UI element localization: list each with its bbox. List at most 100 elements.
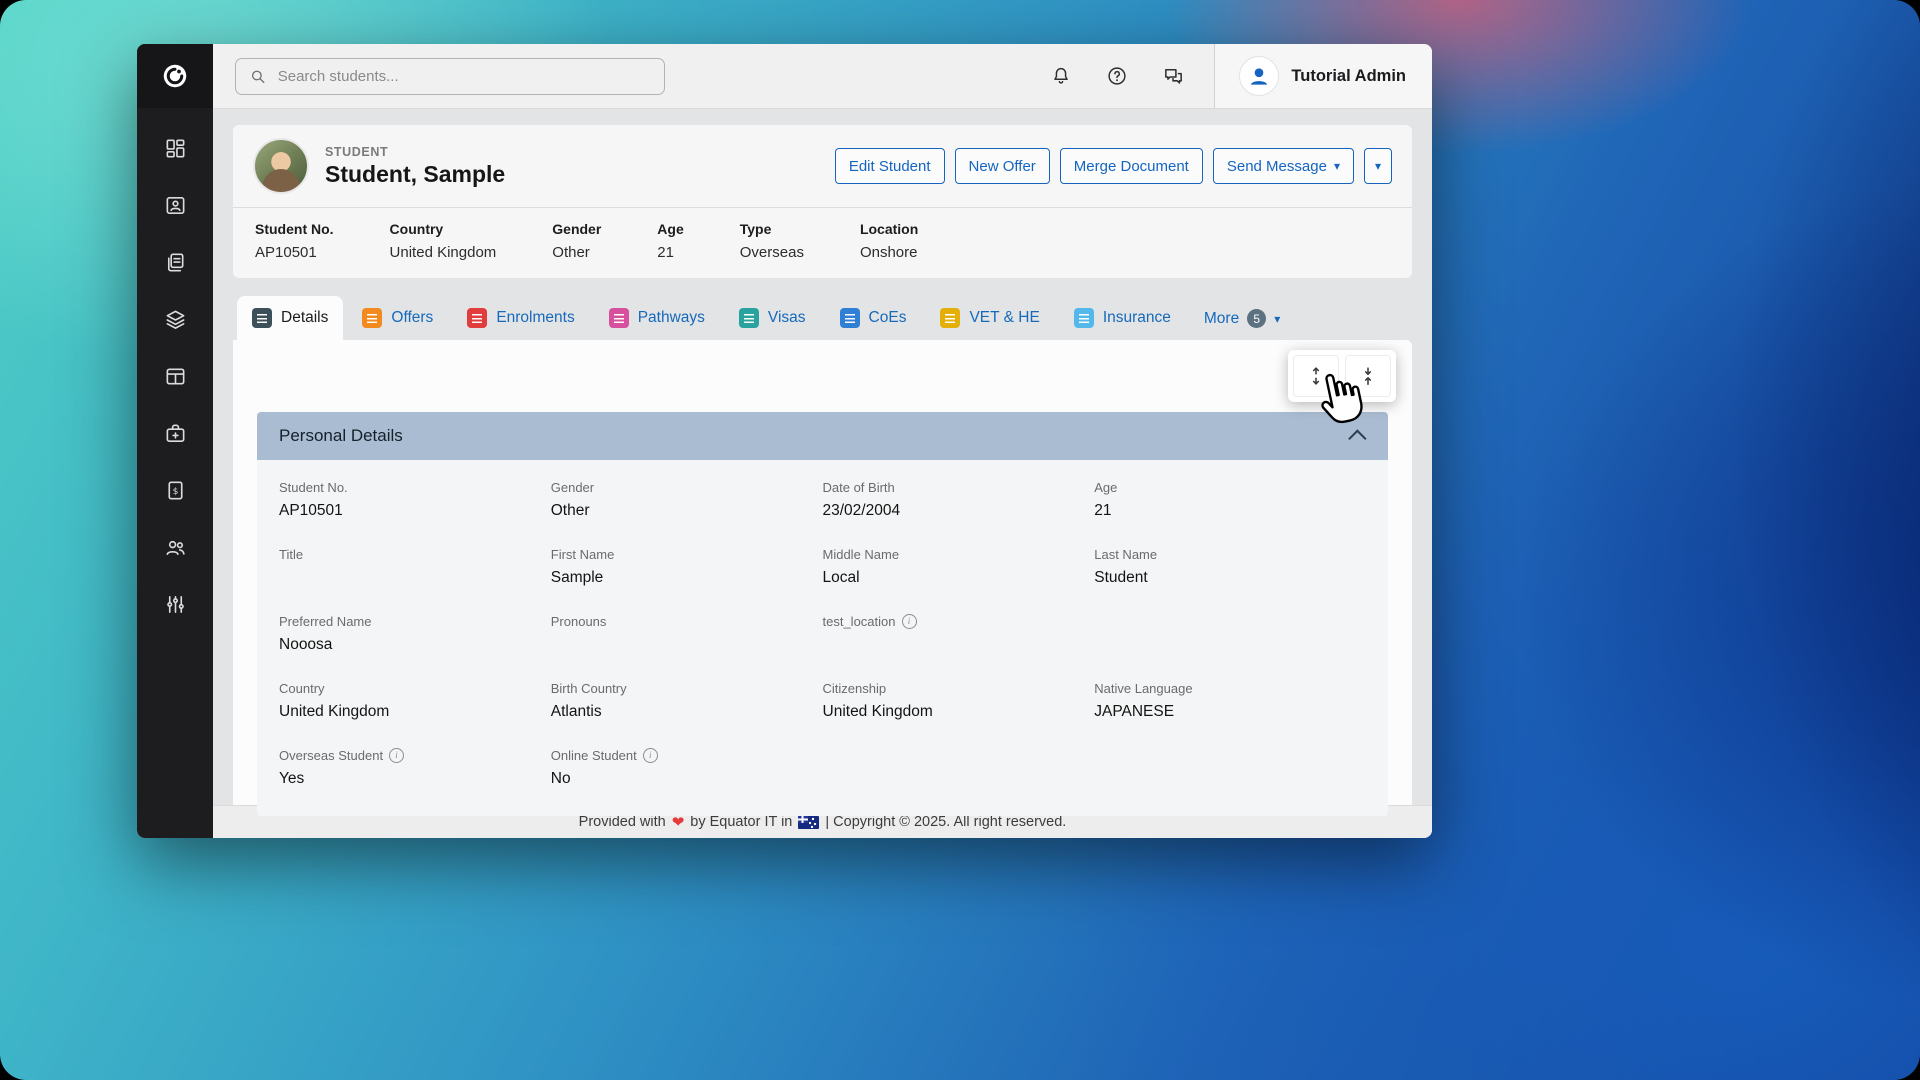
summary-type: Type Overseas [740, 221, 804, 261]
user-name: Tutorial Admin [1291, 67, 1406, 86]
messages-chat-icon[interactable] [1160, 63, 1186, 89]
user-menu[interactable]: Tutorial Admin [1214, 44, 1432, 108]
student-contact-icon [164, 194, 187, 217]
tab-enrolments[interactable]: Enrolments [452, 296, 589, 340]
send-message-button[interactable]: Send Message▾ [1213, 148, 1354, 184]
insurance-tab-icon [1074, 308, 1094, 328]
search-icon [250, 68, 266, 85]
sidebar-item-settings[interactable] [155, 590, 195, 618]
personal-details-section: Personal Details Student No. AP10501 Gen… [257, 412, 1388, 816]
merge-document-button[interactable]: Merge Document [1060, 148, 1203, 184]
details-tab-icon [252, 308, 272, 328]
pathways-tab-icon [609, 308, 629, 328]
offers-tab-icon [362, 308, 382, 328]
sidebar-item-offers[interactable] [155, 248, 195, 276]
app-window: $ [137, 44, 1432, 838]
field-overseas-student: Overseas Studenti Yes [279, 748, 551, 788]
field-native-language: Native Language JAPANESE [1094, 681, 1366, 721]
personal-details-header[interactable]: Personal Details [257, 412, 1388, 460]
field-title: Title [279, 547, 551, 587]
app-logo[interactable] [137, 44, 213, 108]
field-test-location: test_locationi [823, 614, 1095, 654]
field-online-student: Online Studenti No [551, 748, 823, 788]
table-icon [164, 365, 187, 388]
briefcase-plus-icon [164, 422, 187, 445]
sidebar-nav: $ [155, 108, 195, 618]
field-birth-country: Birth Country Atlantis [551, 681, 823, 721]
more-actions-button[interactable]: ▾ [1364, 148, 1392, 184]
details-panel: Personal Details Student No. AP10501 Gen… [233, 340, 1412, 805]
summary-age: Age 21 [657, 221, 683, 261]
tab-insurance[interactable]: Insurance [1059, 296, 1186, 340]
invoice-icon: $ [164, 479, 187, 502]
more-count-badge: 5 [1247, 309, 1266, 328]
field-date-of-birth: Date of Birth 23/02/2004 [823, 480, 1095, 520]
student-header-top: STUDENT Student, Sample Edit Student New… [233, 125, 1412, 207]
sidebar-item-services[interactable] [155, 419, 195, 447]
student-photo[interactable] [253, 138, 309, 194]
sliders-icon [164, 593, 187, 616]
search-input[interactable] [276, 67, 650, 86]
tab-more[interactable]: More 5 ▾ [1190, 297, 1294, 340]
field-age: Age 21 [1094, 480, 1366, 520]
unfold-less-icon [1357, 364, 1379, 388]
tab-pathways[interactable]: Pathways [594, 296, 720, 340]
info-icon[interactable]: i [643, 748, 658, 763]
new-offer-button[interactable]: New Offer [955, 148, 1050, 184]
sidebar-item-students[interactable] [155, 191, 195, 219]
edit-student-button[interactable]: Edit Student [835, 148, 945, 184]
visas-tab-icon [739, 308, 759, 328]
sidebar-item-boards[interactable] [155, 362, 195, 390]
info-icon[interactable]: i [389, 748, 404, 763]
tab-details[interactable]: Details [237, 296, 343, 340]
notifications-bell-icon[interactable] [1048, 63, 1074, 89]
tab-visas[interactable]: Visas [724, 296, 821, 340]
help-icon[interactable] [1104, 63, 1130, 89]
info-icon[interactable]: i [902, 614, 917, 629]
field-gender: Gender Other [551, 480, 823, 520]
sidebar-item-dashboard[interactable] [155, 134, 195, 162]
chevron-down-icon: ▾ [1334, 160, 1340, 172]
tab-offers[interactable]: Offers [347, 296, 448, 340]
people-icon [164, 536, 187, 559]
field-citizenship: Citizenship United Kingdom [823, 681, 1095, 721]
field-cell-empty [1094, 614, 1366, 654]
collapse-all-button[interactable] [1345, 355, 1391, 397]
tab-vet-he[interactable]: VET & HE [925, 296, 1054, 340]
summary-gender: Gender Other [552, 221, 601, 261]
main-area: Tutorial Admin STUDENT Student, Sample E… [213, 44, 1432, 838]
tab-coes[interactable]: CoEs [825, 296, 922, 340]
vet-he-tab-icon [940, 308, 960, 328]
sidebar-item-invoices[interactable]: $ [155, 476, 195, 504]
svg-text:$: $ [172, 486, 178, 496]
student-actions: Edit Student New Offer Merge Document Se… [835, 148, 1392, 184]
dashboard-icon [164, 137, 187, 160]
sidebar: $ [137, 44, 213, 838]
field-cell-empty [823, 748, 1095, 788]
sidebar-item-agents[interactable] [155, 533, 195, 561]
summary-location: Location Onshore [860, 221, 918, 261]
field-last-name: Last Name Student [1094, 547, 1366, 587]
content-area: STUDENT Student, Sample Edit Student New… [213, 109, 1432, 805]
field-preferred-name: Preferred Name Nooosa [279, 614, 551, 654]
chevron-down-icon: ▾ [1375, 160, 1381, 172]
section-title: Personal Details [279, 426, 403, 446]
student-search[interactable] [235, 58, 665, 95]
chevron-up-icon [1348, 429, 1366, 447]
field-middle-name: Middle Name Local [823, 547, 1095, 587]
enrolments-tab-icon [467, 308, 487, 328]
student-tabs: Details Offers Enrolments Pathways [233, 296, 1412, 340]
expand-all-button[interactable] [1293, 355, 1339, 397]
user-avatar [1239, 56, 1279, 96]
field-country: Country United Kingdom [279, 681, 551, 721]
student-eyebrow: STUDENT [325, 145, 505, 159]
field-student-no: Student No. AP10501 [279, 480, 551, 520]
layers-icon [164, 308, 187, 331]
unfold-more-icon [1305, 364, 1327, 388]
sidebar-item-courses[interactable] [155, 305, 195, 333]
chevron-down-icon: ▾ [1274, 313, 1280, 325]
field-cell-empty [1094, 748, 1366, 788]
fold-controls [1288, 350, 1396, 402]
person-icon [1246, 63, 1272, 89]
australia-flag-icon [798, 816, 819, 829]
